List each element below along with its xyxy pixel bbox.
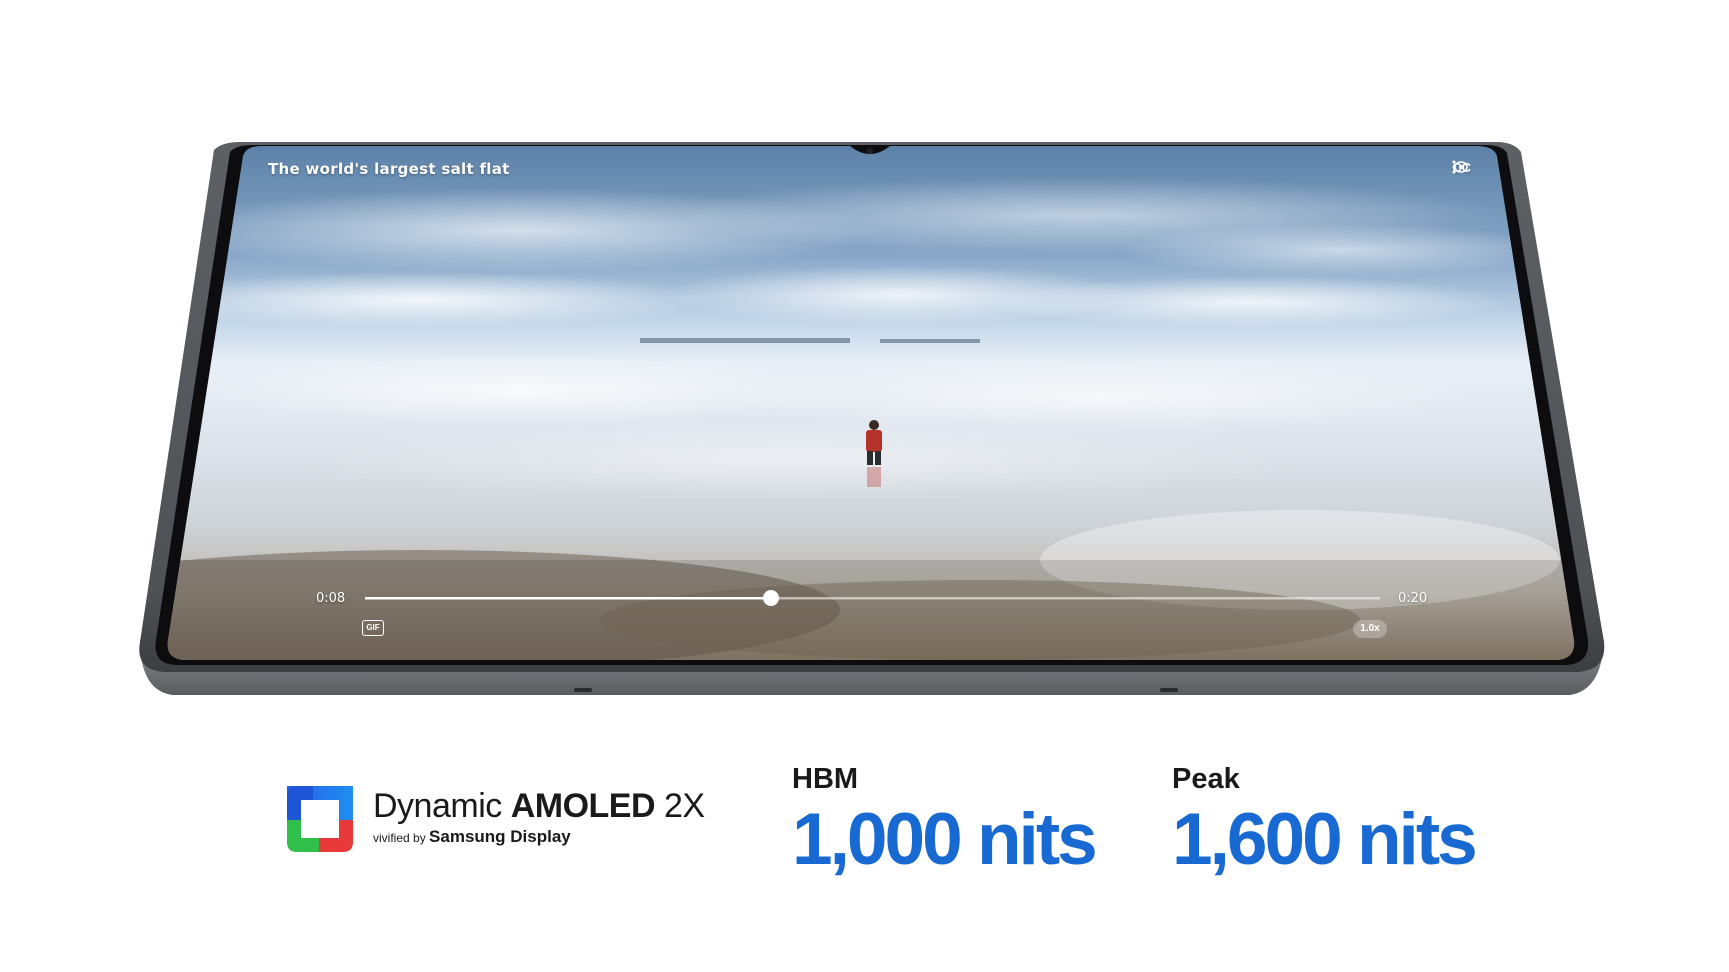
brand-name-bold: AMOLED <box>510 787 656 825</box>
stat-peak: Peak 1,600 nits <box>1172 762 1478 882</box>
playback-speed-button[interactable]: 1.0x <box>1353 620 1387 638</box>
stat-hbm: HBM 1,000 nits <box>792 762 1098 882</box>
dynamic-amoled-logo-icon <box>287 786 353 852</box>
brand-name-suffix: 2X <box>655 787 705 825</box>
stat-peak-label: Peak <box>1172 763 1240 795</box>
brand-title: Dynamic AMOLED 2X <box>373 787 705 825</box>
brand-text: Dynamic AMOLED 2X vivified by Samsung Di… <box>373 787 705 846</box>
tablet-device: The world's largest salt flat CC 0:08 0:… <box>0 0 1729 700</box>
stat-hbm-value: 1,000 nits <box>792 799 1098 880</box>
capture-icon[interactable] <box>312 0 334 16</box>
video-title: The world's largest salt flat <box>268 160 510 178</box>
stat-peak-value: 1,600 nits <box>1172 799 1478 880</box>
stat-hbm-label: HBM <box>792 763 859 795</box>
duration-time: 0:20 <box>1398 591 1428 606</box>
video-top-controls: CC <box>1452 160 1471 175</box>
brand-sub-bold: Samsung Display <box>429 827 571 846</box>
current-time: 0:08 <box>316 591 346 606</box>
aspect-ratio-icon[interactable] <box>1269 0 1291 16</box>
brand-name-light: Dynamic <box>373 787 511 825</box>
popup-player-icon[interactable] <box>1313 0 1335 16</box>
brand-sub-small: vivified by <box>373 831 430 845</box>
lock-icon[interactable] <box>1409 0 1431 16</box>
more-options-icon[interactable] <box>1452 160 1456 174</box>
gif-button[interactable]: GIF <box>362 620 384 636</box>
brand-subtitle: vivified by Samsung Display <box>373 827 705 846</box>
video-player: The world's largest salt flat CC 0:08 0:… <box>0 0 1729 700</box>
